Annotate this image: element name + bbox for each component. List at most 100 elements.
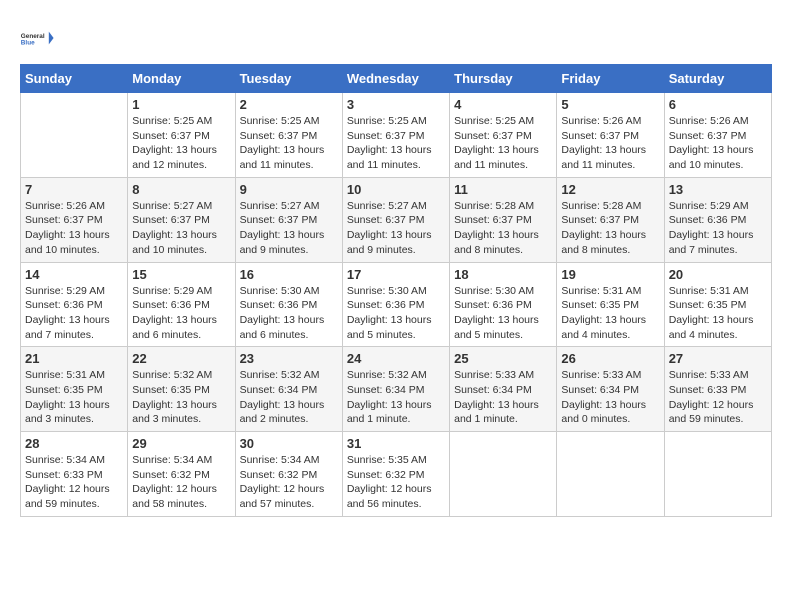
day-number: 9 bbox=[240, 182, 338, 197]
day-cell: 25Sunrise: 5:33 AM Sunset: 6:34 PM Dayli… bbox=[450, 347, 557, 432]
day-number: 3 bbox=[347, 97, 445, 112]
day-info: Sunrise: 5:25 AM Sunset: 6:37 PM Dayligh… bbox=[132, 114, 230, 173]
day-cell: 24Sunrise: 5:32 AM Sunset: 6:34 PM Dayli… bbox=[342, 347, 449, 432]
day-number: 28 bbox=[25, 436, 123, 451]
day-info: Sunrise: 5:34 AM Sunset: 6:33 PM Dayligh… bbox=[25, 453, 123, 512]
day-cell: 18 Sunrise: 5:30 AM Sunset: 6:36 PM Dayli… bbox=[450, 262, 557, 347]
day-cell: 5Sunrise: 5:26 AM Sunset: 6:37 PM Daylig… bbox=[557, 93, 664, 178]
day-cell: 14 Sunrise: 5:29 AM Sunset: 6:36 PM Dayli… bbox=[21, 262, 128, 347]
day-info: Sunrise: 5:34 AM Sunset: 6:32 PM Dayligh… bbox=[240, 453, 338, 512]
day-cell: 16 Sunrise: 5:30 AM Sunset: 6:36 PM Dayli… bbox=[235, 262, 342, 347]
day-cell bbox=[450, 432, 557, 517]
day-cell: 20 Sunrise: 5:31 AM Sunset: 6:35 PM Dayli… bbox=[664, 262, 771, 347]
day-number: 6 bbox=[669, 97, 767, 112]
header-cell-sunday: Sunday bbox=[21, 65, 128, 93]
day-cell: 17 Sunrise: 5:30 AM Sunset: 6:36 PM Dayli… bbox=[342, 262, 449, 347]
day-cell bbox=[664, 432, 771, 517]
day-info: Sunrise: 5:28 AM Sunset: 6:37 PM Dayligh… bbox=[561, 199, 659, 258]
header-row: SundayMondayTuesdayWednesdayThursdayFrid… bbox=[21, 65, 772, 93]
page-header: GeneralBlue bbox=[20, 20, 772, 56]
day-number: 30 bbox=[240, 436, 338, 451]
day-cell: 19Sunrise: 5:31 AM Sunset: 6:35 PM Dayli… bbox=[557, 262, 664, 347]
day-info: Sunrise: 5:33 AM Sunset: 6:33 PM Dayligh… bbox=[669, 368, 767, 427]
day-cell: 1 Sunrise: 5:25 AM Sunset: 6:37 PM Daylig… bbox=[128, 93, 235, 178]
day-cell: 6 Sunrise: 5:26 AM Sunset: 6:37 PM Daylig… bbox=[664, 93, 771, 178]
day-number: 15 bbox=[132, 267, 230, 282]
day-number: 31 bbox=[347, 436, 445, 451]
week-row-0: 1 Sunrise: 5:25 AM Sunset: 6:37 PM Daylig… bbox=[21, 93, 772, 178]
day-info: Sunrise: 5:29 AM Sunset: 6:36 PM Dayligh… bbox=[132, 284, 230, 343]
day-cell: 31 Sunrise: 5:35 AM Sunset: 6:32 PM Dayli… bbox=[342, 432, 449, 517]
day-info: Sunrise: 5:27 AM Sunset: 6:37 PM Dayligh… bbox=[240, 199, 338, 258]
day-number: 1 bbox=[132, 97, 230, 112]
week-row-4: 28 Sunrise: 5:34 AM Sunset: 6:33 PM Dayli… bbox=[21, 432, 772, 517]
day-number: 23 bbox=[240, 351, 338, 366]
day-info: Sunrise: 5:26 AM Sunset: 6:37 PM Dayligh… bbox=[669, 114, 767, 173]
week-row-3: 21 Sunrise: 5:31 AM Sunset: 6:35 PM Dayli… bbox=[21, 347, 772, 432]
day-cell: 27 Sunrise: 5:33 AM Sunset: 6:33 PM Dayli… bbox=[664, 347, 771, 432]
day-number: 16 bbox=[240, 267, 338, 282]
header-cell-monday: Monday bbox=[128, 65, 235, 93]
day-cell: 10 Sunrise: 5:27 AM Sunset: 6:37 PM Dayli… bbox=[342, 177, 449, 262]
day-cell bbox=[557, 432, 664, 517]
header-cell-tuesday: Tuesday bbox=[235, 65, 342, 93]
day-info: Sunrise: 5:25 AM Sunset: 6:37 PM Dayligh… bbox=[347, 114, 445, 173]
day-number: 8 bbox=[132, 182, 230, 197]
day-cell: 21 Sunrise: 5:31 AM Sunset: 6:35 PM Dayli… bbox=[21, 347, 128, 432]
day-number: 12 bbox=[561, 182, 659, 197]
day-number: 4 bbox=[454, 97, 552, 112]
day-number: 10 bbox=[347, 182, 445, 197]
day-cell: 26Sunrise: 5:33 AM Sunset: 6:34 PM Dayli… bbox=[557, 347, 664, 432]
day-cell: 12 Sunrise: 5:28 AM Sunset: 6:37 PM Dayli… bbox=[557, 177, 664, 262]
day-info: Sunrise: 5:30 AM Sunset: 6:36 PM Dayligh… bbox=[454, 284, 552, 343]
day-cell: 28 Sunrise: 5:34 AM Sunset: 6:33 PM Dayli… bbox=[21, 432, 128, 517]
day-cell bbox=[21, 93, 128, 178]
header-cell-wednesday: Wednesday bbox=[342, 65, 449, 93]
day-cell: 11Sunrise: 5:28 AM Sunset: 6:37 PM Dayli… bbox=[450, 177, 557, 262]
day-cell: 15 Sunrise: 5:29 AM Sunset: 6:36 PM Dayli… bbox=[128, 262, 235, 347]
logo-icon: GeneralBlue bbox=[20, 20, 56, 56]
logo: GeneralBlue bbox=[20, 20, 60, 56]
day-info: Sunrise: 5:25 AM Sunset: 6:37 PM Dayligh… bbox=[454, 114, 552, 173]
day-cell: 3 Sunrise: 5:25 AM Sunset: 6:37 PM Daylig… bbox=[342, 93, 449, 178]
day-cell: 2 Sunrise: 5:25 AM Sunset: 6:37 PM Daylig… bbox=[235, 93, 342, 178]
day-info: Sunrise: 5:25 AM Sunset: 6:37 PM Dayligh… bbox=[240, 114, 338, 173]
day-cell: 23 Sunrise: 5:32 AM Sunset: 6:34 PM Dayli… bbox=[235, 347, 342, 432]
day-info: Sunrise: 5:27 AM Sunset: 6:37 PM Dayligh… bbox=[347, 199, 445, 258]
day-number: 17 bbox=[347, 267, 445, 282]
day-info: Sunrise: 5:31 AM Sunset: 6:35 PM Dayligh… bbox=[669, 284, 767, 343]
day-info: Sunrise: 5:31 AM Sunset: 6:35 PM Dayligh… bbox=[25, 368, 123, 427]
day-number: 7 bbox=[25, 182, 123, 197]
day-info: Sunrise: 5:29 AM Sunset: 6:36 PM Dayligh… bbox=[25, 284, 123, 343]
day-info: Sunrise: 5:30 AM Sunset: 6:36 PM Dayligh… bbox=[240, 284, 338, 343]
header-cell-thursday: Thursday bbox=[450, 65, 557, 93]
day-number: 21 bbox=[25, 351, 123, 366]
svg-text:General: General bbox=[21, 33, 45, 40]
day-info: Sunrise: 5:31 AM Sunset: 6:35 PM Dayligh… bbox=[561, 284, 659, 343]
day-number: 2 bbox=[240, 97, 338, 112]
day-info: Sunrise: 5:35 AM Sunset: 6:32 PM Dayligh… bbox=[347, 453, 445, 512]
day-info: Sunrise: 5:28 AM Sunset: 6:37 PM Dayligh… bbox=[454, 199, 552, 258]
day-number: 20 bbox=[669, 267, 767, 282]
header-cell-friday: Friday bbox=[557, 65, 664, 93]
day-number: 14 bbox=[25, 267, 123, 282]
week-row-1: 7Sunrise: 5:26 AM Sunset: 6:37 PM Daylig… bbox=[21, 177, 772, 262]
day-info: Sunrise: 5:32 AM Sunset: 6:34 PM Dayligh… bbox=[240, 368, 338, 427]
day-info: Sunrise: 5:27 AM Sunset: 6:37 PM Dayligh… bbox=[132, 199, 230, 258]
day-cell: 9 Sunrise: 5:27 AM Sunset: 6:37 PM Daylig… bbox=[235, 177, 342, 262]
day-number: 22 bbox=[132, 351, 230, 366]
day-info: Sunrise: 5:32 AM Sunset: 6:34 PM Dayligh… bbox=[347, 368, 445, 427]
day-info: Sunrise: 5:30 AM Sunset: 6:36 PM Dayligh… bbox=[347, 284, 445, 343]
day-info: Sunrise: 5:26 AM Sunset: 6:37 PM Dayligh… bbox=[561, 114, 659, 173]
day-info: Sunrise: 5:33 AM Sunset: 6:34 PM Dayligh… bbox=[454, 368, 552, 427]
day-number: 26 bbox=[561, 351, 659, 366]
day-number: 27 bbox=[669, 351, 767, 366]
day-cell: 22 Sunrise: 5:32 AM Sunset: 6:35 PM Dayli… bbox=[128, 347, 235, 432]
day-info: Sunrise: 5:29 AM Sunset: 6:36 PM Dayligh… bbox=[669, 199, 767, 258]
day-cell: 13Sunrise: 5:29 AM Sunset: 6:36 PM Dayli… bbox=[664, 177, 771, 262]
svg-text:Blue: Blue bbox=[21, 39, 35, 46]
day-cell: 8 Sunrise: 5:27 AM Sunset: 6:37 PM Daylig… bbox=[128, 177, 235, 262]
day-cell: 30 Sunrise: 5:34 AM Sunset: 6:32 PM Dayli… bbox=[235, 432, 342, 517]
day-info: Sunrise: 5:32 AM Sunset: 6:35 PM Dayligh… bbox=[132, 368, 230, 427]
day-number: 18 bbox=[454, 267, 552, 282]
